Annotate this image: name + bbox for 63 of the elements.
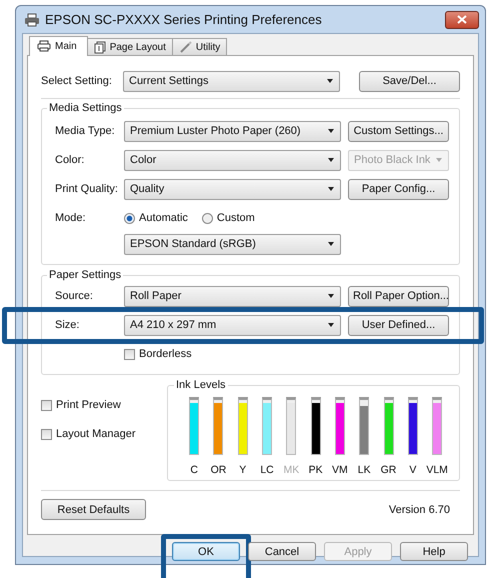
settings-button[interactable]: User Defined...: [348, 314, 449, 336]
field-label: Source:: [55, 290, 94, 302]
ink-label: V: [409, 464, 416, 476]
reset-defaults-button[interactable]: Reset Defaults: [41, 499, 146, 520]
dropdown[interactable]: Current Settings: [123, 70, 340, 92]
ink-level-bar: [262, 397, 272, 455]
ink-label: GR: [380, 464, 396, 476]
dialog-button[interactable]: Help: [400, 542, 468, 561]
tab[interactable]: Main: [29, 36, 88, 56]
printer-icon: [24, 12, 40, 26]
group-title: Media Settings: [48, 102, 123, 114]
dropdown[interactable]: Premium Luster Photo Paper (260): [124, 120, 341, 142]
ink-level-bar: [310, 397, 321, 455]
dropdown[interactable]: Roll Paper: [124, 286, 341, 306]
field-label: Color:: [55, 154, 86, 166]
ink-label: OR: [210, 464, 226, 476]
checkbox[interactable]: Layout Manager: [41, 428, 153, 440]
close-button[interactable]: [445, 10, 479, 28]
ink-level-bar: [334, 397, 345, 455]
version-text: Version 6.70: [388, 504, 450, 516]
dialog-button[interactable]: OK: [172, 542, 240, 561]
radio-option[interactable]: Custom: [202, 212, 255, 224]
tab[interactable]: Page Layout: [86, 38, 173, 55]
checkbox[interactable]: Print Preview: [41, 399, 153, 411]
field-label: Print Quality:: [55, 183, 119, 195]
ink-label: LK: [358, 464, 371, 476]
ink-label: LC: [260, 464, 274, 476]
dropdown[interactable]: EPSON Standard (sRGB): [124, 234, 341, 254]
ink-label: MK: [283, 464, 300, 476]
ink-level-bar: [286, 397, 296, 455]
ink-label: VM: [332, 464, 348, 476]
dropdown[interactable]: Quality: [124, 178, 341, 200]
field-label: Select Setting:: [41, 75, 113, 87]
radio-option[interactable]: Automatic: [124, 212, 188, 224]
window-title: EPSON SC-PXXXX Series Printing Preferences: [45, 12, 323, 27]
dialog-button[interactable]: Cancel: [248, 542, 316, 561]
field-label: Media Type:: [55, 125, 116, 137]
ink-label: C: [190, 464, 198, 476]
group-title: Paper Settings: [48, 269, 122, 281]
ink-level-bar: [189, 397, 200, 455]
field-label: Size:: [55, 319, 80, 331]
ink-level-bar: [359, 397, 370, 455]
group-title: Ink Levels: [175, 379, 227, 391]
checkbox[interactable]: Borderless: [124, 348, 192, 360]
ink-level-bar: [384, 397, 394, 455]
ink-level-bar: [238, 397, 248, 455]
ink-level-bar: [408, 397, 418, 455]
dropdown[interactable]: Color: [124, 150, 341, 170]
ink-label: VLM: [426, 464, 448, 476]
ink-label: PK: [308, 464, 323, 476]
dropdown[interactable]: A4 210 x 297 mm: [124, 314, 341, 336]
field-label: Mode:: [55, 212, 87, 224]
ink-label: Y: [239, 464, 246, 476]
tab[interactable]: Utility: [172, 38, 228, 55]
ink-level-bar: [432, 397, 442, 455]
close-icon: [457, 15, 467, 24]
settings-button[interactable]: Paper Config...: [348, 178, 449, 200]
save-delete-button[interactable]: Save/Del...: [359, 70, 460, 92]
settings-button[interactable]: Roll Paper Option...: [348, 286, 449, 306]
pencil-icon: [178, 40, 192, 54]
printer-icon: [37, 40, 51, 52]
ink-level-bar: [213, 397, 224, 455]
settings-button[interactable]: Custom Settings...: [348, 120, 449, 142]
